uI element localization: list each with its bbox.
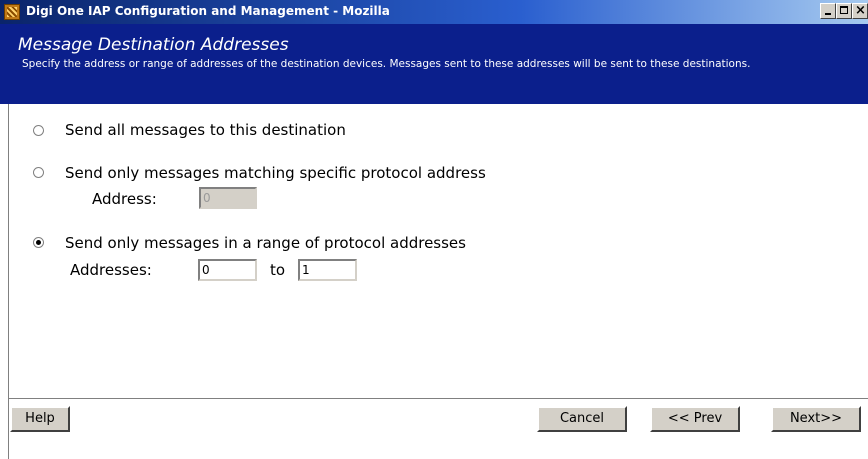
range-from-input[interactable]: 0	[198, 259, 257, 281]
address-label: Address:	[92, 190, 157, 208]
page-title: Message Destination Addresses	[18, 35, 289, 55]
address-input[interactable]: 0	[199, 187, 257, 209]
range-to-input[interactable]: 1	[298, 259, 357, 281]
radio-send-all[interactable]	[33, 125, 44, 136]
close-icon[interactable]	[852, 3, 868, 19]
minimize-icon[interactable]	[820, 3, 836, 19]
range-to-label: to	[270, 261, 286, 279]
option-send-specific-label[interactable]: Send only messages matching specific pro…	[65, 164, 486, 182]
app-icon	[4, 4, 20, 20]
cancel-button[interactable]: Cancel	[537, 406, 627, 432]
radio-send-specific[interactable]	[33, 167, 44, 178]
option-send-range-label[interactable]: Send only messages in a range of protoco…	[65, 234, 466, 252]
next-button[interactable]: Next>>	[771, 406, 861, 432]
radio-send-range[interactable]	[33, 237, 44, 248]
content-left-border	[8, 104, 9, 459]
addresses-label: Addresses:	[70, 261, 152, 279]
help-button[interactable]: Help	[10, 406, 70, 432]
page-description: Specify the address or range of addresse…	[22, 58, 751, 70]
page-header: Message Destination Addresses Specify th…	[0, 24, 868, 104]
prev-button[interactable]: << Prev	[650, 406, 740, 432]
footer-divider	[8, 398, 868, 399]
window-title: Digi One IAP Configuration and Managemen…	[26, 4, 390, 18]
maximize-icon[interactable]	[836, 3, 852, 19]
window-title-bar[interactable]: Digi One IAP Configuration and Managemen…	[0, 0, 868, 24]
option-send-all-label[interactable]: Send all messages to this destination	[65, 121, 346, 139]
